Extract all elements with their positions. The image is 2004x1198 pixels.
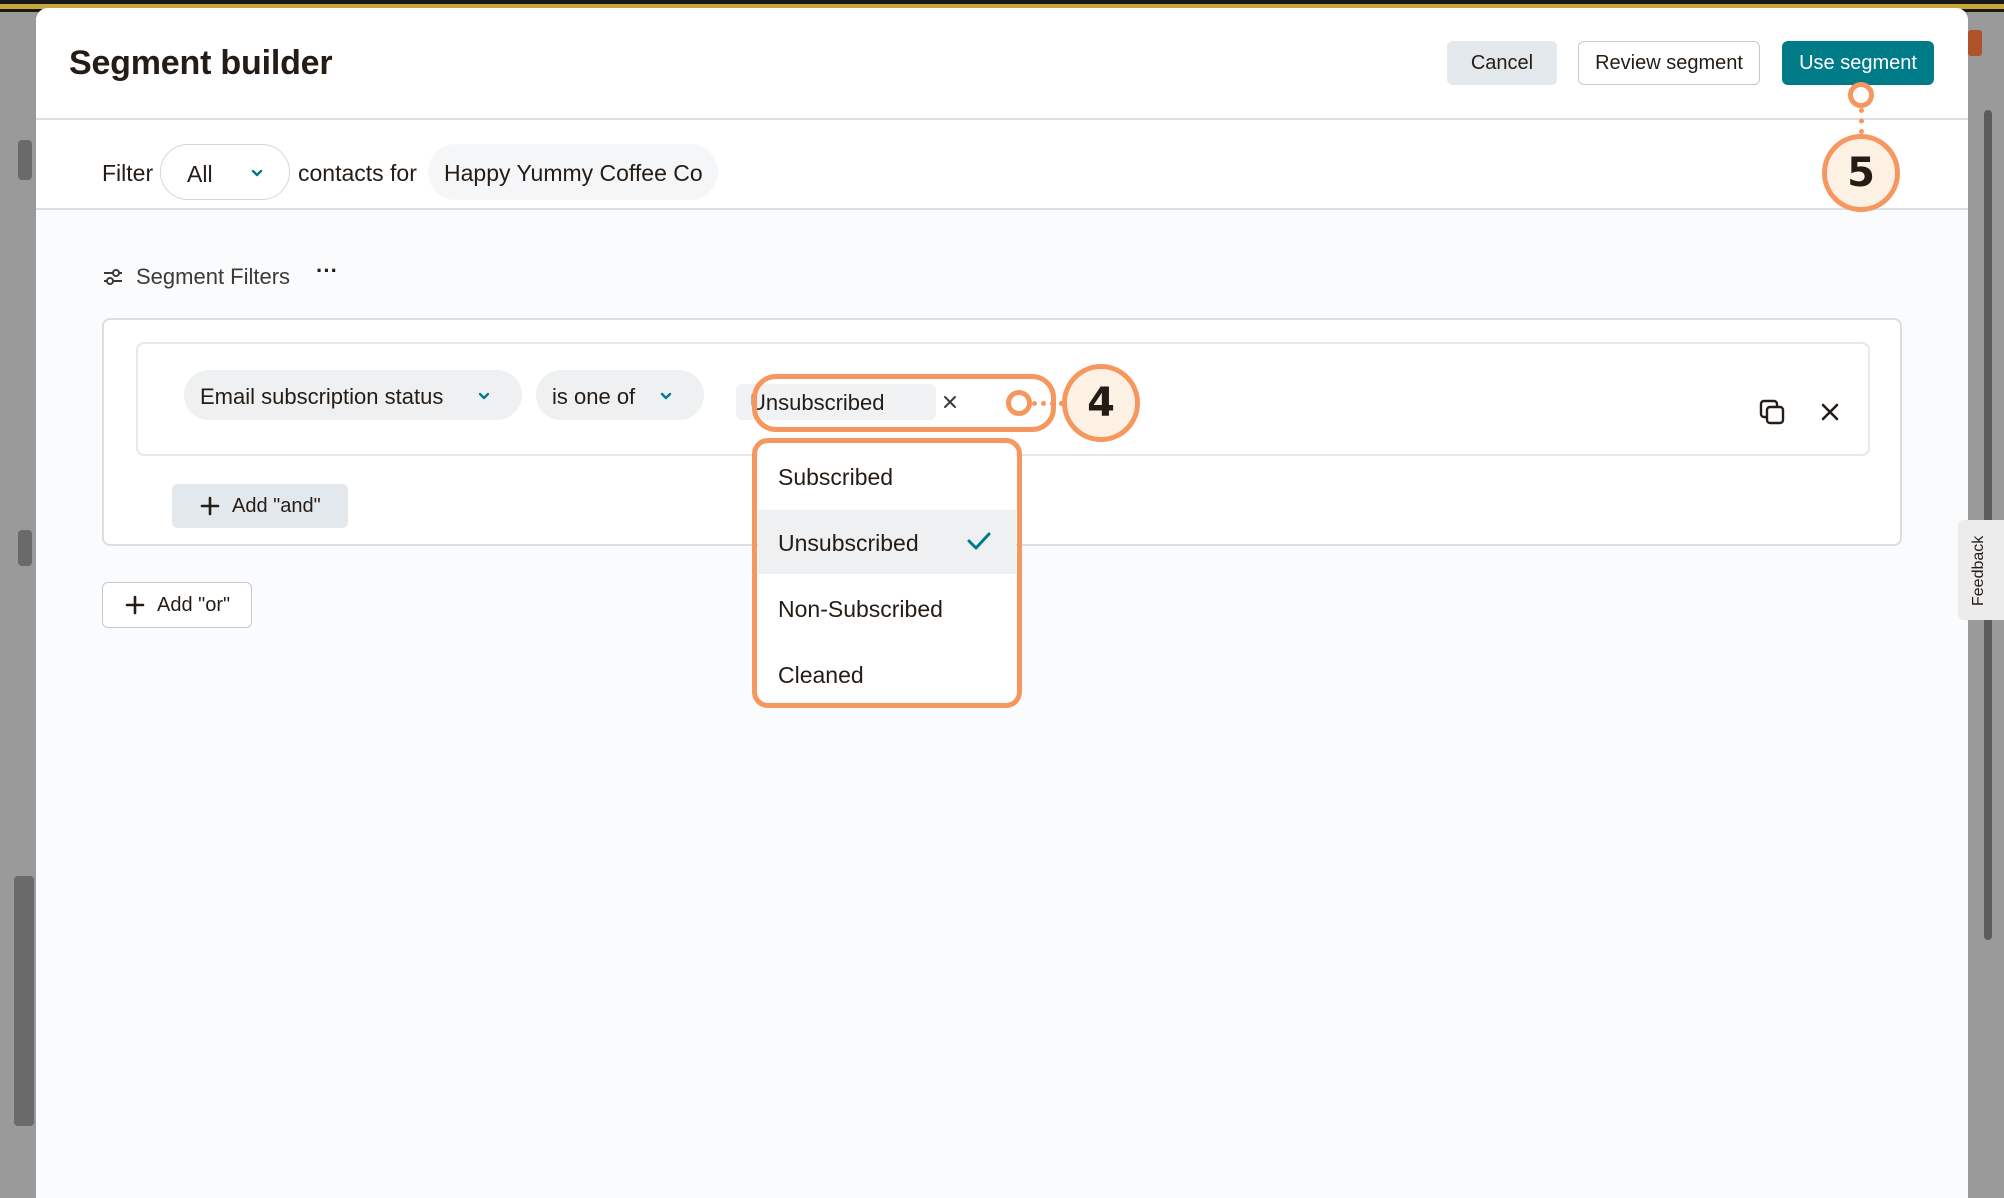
chevron-down-icon — [249, 165, 265, 181]
feedback-label: Feedback — [1970, 535, 1987, 606]
background-badge — [1968, 30, 1982, 56]
add-and-label: Add "and" — [232, 495, 321, 517]
operator-select[interactable]: is one of — [536, 370, 704, 420]
background-sidebar-item — [18, 530, 32, 566]
field-select-value: Email subscription status — [200, 384, 444, 409]
step-4-badge: 4 — [1062, 364, 1140, 442]
add-and-button[interactable]: Add "and" — [172, 484, 348, 528]
segment-builder-modal: Segment builder Cancel Review segment Us… — [36, 8, 1968, 1198]
sliders-icon — [102, 266, 124, 288]
add-or-button[interactable]: Add "or" — [102, 582, 252, 628]
step-5-badge: 5 — [1822, 134, 1900, 212]
review-segment-button[interactable]: Review segment — [1578, 41, 1760, 85]
use-segment-button[interactable]: Use segment — [1782, 41, 1934, 85]
step-4-callout-line — [1032, 401, 1064, 406]
contacts-for-label: contacts for — [298, 160, 417, 186]
cancel-button[interactable]: Cancel — [1447, 41, 1557, 85]
field-select[interactable]: Email subscription status — [184, 370, 522, 420]
audience-name: Happy Yummy Coffee Co — [444, 160, 703, 186]
match-select[interactable]: All — [160, 144, 290, 200]
step-4-callout-dot — [1006, 390, 1032, 416]
feedback-tab[interactable]: Feedback — [1958, 520, 2004, 620]
modal-header: Segment builder Cancel Review segment Us… — [36, 8, 1968, 120]
step-5-callout-dot — [1848, 82, 1874, 108]
filter-bar: Filter All contacts for Happy Yummy Coff… — [36, 120, 1968, 210]
chevron-down-icon — [476, 388, 492, 404]
segment-more-menu[interactable]: ··· — [316, 258, 338, 284]
plus-icon — [200, 496, 220, 516]
chevron-down-icon — [658, 388, 674, 404]
background-sidebar-item — [18, 140, 32, 180]
step-5-callout-line — [1859, 108, 1864, 134]
operator-select-value: is one of — [552, 384, 636, 409]
background-sidebar-item — [14, 876, 34, 1126]
duplicate-icon[interactable] — [1758, 398, 1786, 426]
audience-selector[interactable]: Happy Yummy Coffee Co — [428, 144, 718, 200]
dropdown-highlight — [752, 438, 1022, 708]
segment-filters-label: Segment Filters — [136, 264, 291, 289]
modal-title: Segment builder — [69, 44, 333, 82]
filter-label: Filter — [102, 160, 154, 186]
match-select-value: All — [187, 161, 213, 187]
close-icon[interactable] — [1816, 398, 1844, 426]
plus-icon — [125, 595, 145, 615]
add-or-label: Add "or" — [157, 594, 231, 616]
